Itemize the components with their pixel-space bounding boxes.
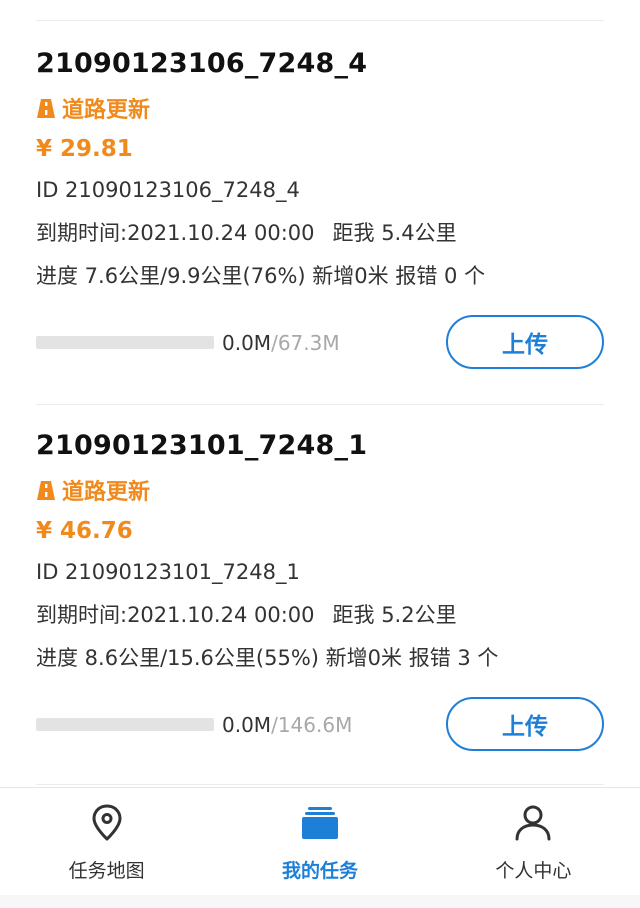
task-type: 道路更新 xyxy=(36,474,604,506)
task-errors: 报错 3 个 xyxy=(408,646,499,670)
list-bottom-divider xyxy=(36,784,604,785)
task-price: ¥ 46.76 xyxy=(36,518,133,544)
task-due: 到期时间:2021.10.24 00:00 xyxy=(36,603,315,627)
upload-row: 0.0M/146.6M 上传 xyxy=(36,697,604,753)
task-due-row: 到期时间:2021.10.24 00:00 距我 5.4公里 xyxy=(36,212,604,255)
task-due: 到期时间:2021.10.24 00:00 xyxy=(36,221,315,245)
task-distance: 距我 5.2公里 xyxy=(332,603,457,627)
task-type-label: 道路更新 xyxy=(62,480,151,505)
task-added: 新增0米 xyxy=(325,646,403,670)
top-divider xyxy=(36,20,604,21)
task-id: ID 21090123106_7248_4 xyxy=(36,178,300,202)
task-distance: 距我 5.4公里 xyxy=(332,221,457,245)
bottom-tab-bar: 任务地图 我的任务 个人中心 xyxy=(0,787,640,895)
upload-progress-bar xyxy=(36,718,214,731)
total-size: 67.3M xyxy=(277,331,340,355)
road-marker-icon xyxy=(37,481,55,500)
task-progress-row: 进度 7.6公里/9.9公里(76%) 新增0米 报错 0 个 xyxy=(36,255,604,298)
task-added: 新增0米 xyxy=(312,264,389,288)
tab-profile[interactable]: 个人中心 xyxy=(427,788,640,895)
upload-button[interactable]: 上传 xyxy=(446,315,604,369)
task-progress-row: 进度 8.6公里/15.6公里(55%) 新增0米 报错 3 个 xyxy=(36,637,604,680)
task-type: 道路更新 xyxy=(36,92,604,124)
task-due-row: 到期时间:2021.10.24 00:00 距我 5.2公里 xyxy=(36,594,604,637)
task-errors: 报错 0 个 xyxy=(395,264,486,288)
total-size: 146.6M xyxy=(277,713,353,737)
card-divider xyxy=(36,404,604,405)
task-card[interactable]: 21090123106_7248_4 道路更新 ¥ 29.81 ID 21090… xyxy=(36,44,604,371)
size-separator: / xyxy=(271,331,278,355)
size-separator: / xyxy=(271,713,278,737)
uploaded-size: 0.0M xyxy=(222,331,272,355)
upload-button[interactable]: 上传 xyxy=(446,697,604,751)
task-title: 21090123101_7248_1 xyxy=(36,430,368,461)
upload-progress-bar xyxy=(36,336,214,349)
tab-my-tasks[interactable]: 我的任务 xyxy=(213,788,426,895)
upload-size: 0.0M/67.3M xyxy=(222,315,340,371)
person-icon xyxy=(515,805,551,841)
upload-size: 0.0M/146.6M xyxy=(222,697,352,753)
task-stack-icon xyxy=(301,807,338,839)
tab-task-map[interactable]: 任务地图 xyxy=(0,788,213,895)
task-id: ID 21090123101_7248_1 xyxy=(36,560,300,584)
task-type-label: 道路更新 xyxy=(62,98,151,123)
task-title: 21090123106_7248_4 xyxy=(36,48,368,79)
uploaded-size: 0.0M xyxy=(222,713,272,737)
upload-row: 0.0M/67.3M 上传 xyxy=(36,315,604,371)
tab-label: 任务地图 xyxy=(68,860,145,882)
task-progress: 进度 7.6公里/9.9公里(76%) xyxy=(36,264,306,288)
tab-label: 我的任务 xyxy=(281,860,358,882)
road-marker-icon xyxy=(37,99,55,118)
task-card[interactable]: 21090123101_7248_1 道路更新 ¥ 46.76 ID 21090… xyxy=(36,426,604,753)
system-home-bar xyxy=(0,895,640,908)
task-price: ¥ 29.81 xyxy=(36,136,133,162)
tab-label: 个人中心 xyxy=(495,860,572,882)
map-pin-icon xyxy=(92,804,122,841)
task-progress: 进度 8.6公里/15.6公里(55%) xyxy=(36,646,319,670)
